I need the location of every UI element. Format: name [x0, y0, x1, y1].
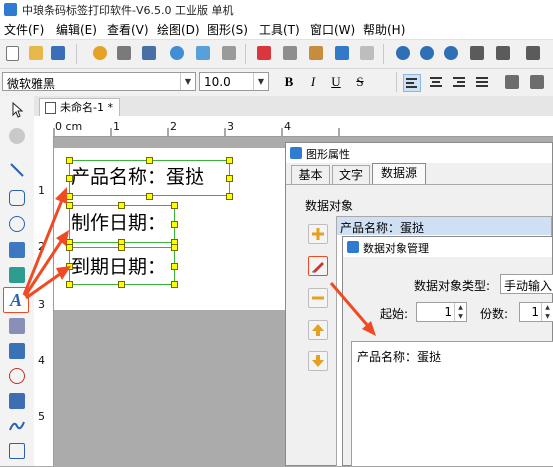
- annotation-arrowhead: [55, 187, 67, 204]
- annotation-arrowhead: [56, 266, 71, 280]
- annotation-arrow: [329, 282, 370, 327]
- annotation-arrows: [22, 187, 376, 336]
